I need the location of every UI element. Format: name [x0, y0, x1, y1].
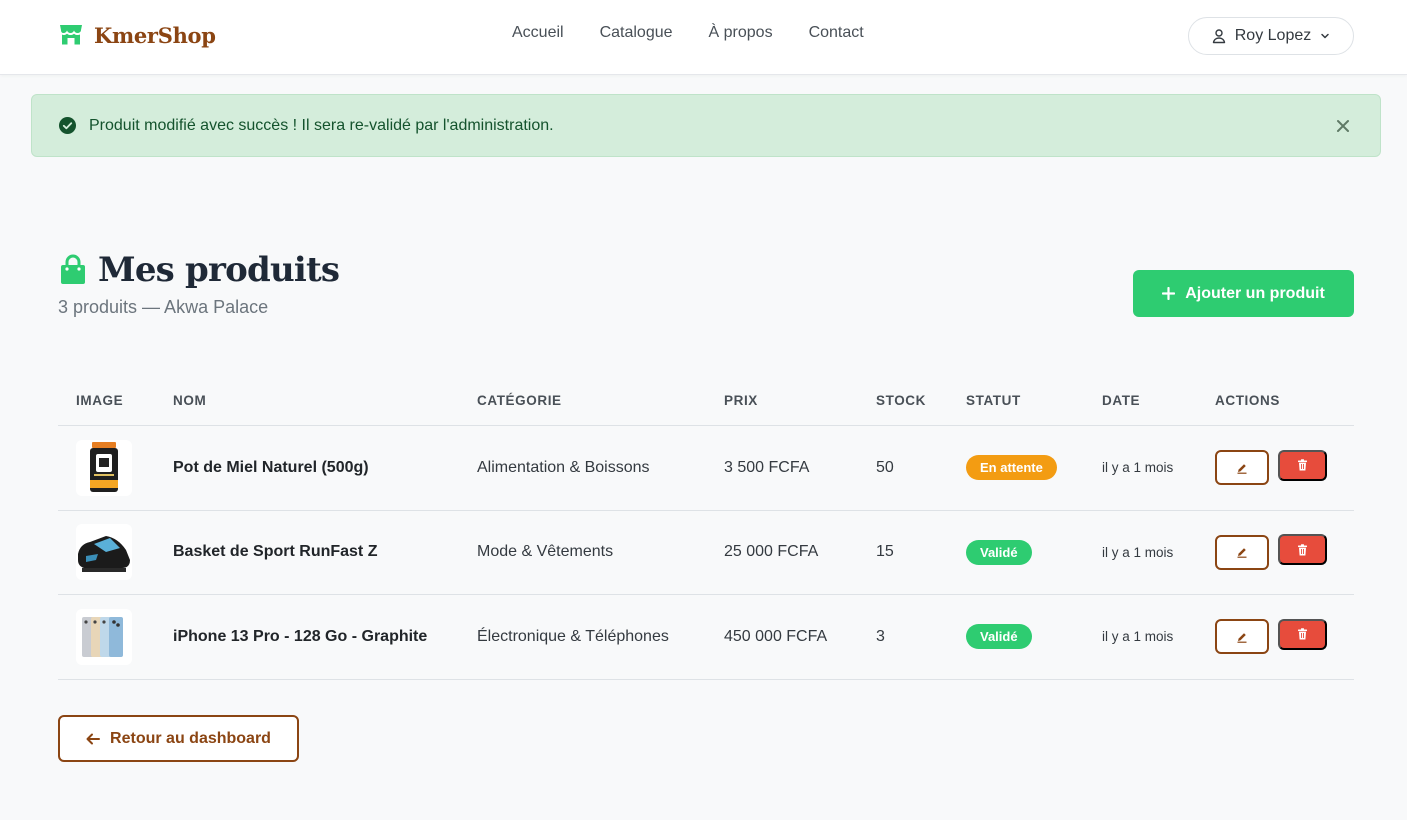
user-name: Roy Lopez	[1234, 27, 1312, 44]
product-stock: 3	[876, 627, 885, 645]
header-date: DATE	[1102, 393, 1141, 408]
product-image	[76, 608, 132, 665]
products-table: IMAGE NOM CATÉGORIE PRIX STOCK STATUT DA…	[58, 378, 1354, 680]
chevron-down-icon	[1321, 33, 1329, 39]
trash-icon	[1298, 628, 1307, 640]
pencil-icon	[1237, 548, 1247, 559]
header-stock: STOCK	[876, 393, 927, 408]
success-alert: Produit modifié avec succès ! Il sera re…	[31, 94, 1381, 157]
nav-link-catalogue[interactable]: Catalogue	[600, 24, 673, 42]
product-date: il y a 1 mois	[1102, 544, 1174, 560]
table-header: IMAGE NOM CATÉGORIE PRIX STOCK STATUT DA…	[58, 378, 1354, 426]
main-nav: Accueil Catalogue À propos Contact	[512, 24, 864, 42]
user-menu-button[interactable]: Roy Lopez	[1188, 17, 1354, 55]
user-icon	[1212, 29, 1225, 44]
plus-icon	[1162, 287, 1176, 300]
nav-link-accueil[interactable]: Accueil	[512, 24, 564, 42]
brand-link[interactable]: KmerShop	[58, 22, 216, 48]
product-category: Électronique & Téléphones	[477, 627, 669, 645]
add-product-label: Ajouter un produit	[1185, 284, 1325, 302]
edit-button[interactable]	[1215, 534, 1269, 570]
status-badge: En attente	[966, 455, 1057, 481]
status-badge: Validé	[966, 624, 1032, 650]
table-row: iPhone 13 Pro - 128 Go - Graphite Électr…	[58, 595, 1354, 680]
header-image: IMAGE	[76, 393, 124, 408]
product-stock: 15	[876, 543, 894, 561]
alert-message: Produit modifié avec succès ! Il sera re…	[89, 116, 554, 134]
product-date: il y a 1 mois	[1102, 629, 1174, 645]
product-category: Mode & Vêtements	[477, 543, 614, 561]
back-button-label: Retour au dashboard	[110, 729, 271, 747]
product-category: Alimentation & Boissons	[477, 458, 650, 476]
nav-link-contact[interactable]: Contact	[809, 24, 864, 42]
nav-link-a-propos[interactable]: À propos	[709, 24, 773, 42]
edit-button[interactable]	[1215, 619, 1269, 655]
add-product-button[interactable]: Ajouter un produit	[1133, 270, 1354, 317]
delete-button[interactable]	[1278, 618, 1327, 650]
table-row: Pot de Miel Naturel (500g) Alimentation …	[58, 426, 1354, 511]
header-name: NOM	[173, 393, 207, 408]
product-image	[76, 524, 132, 581]
brand-name: KmerShop	[94, 22, 216, 48]
header-category: CATÉGORIE	[477, 393, 562, 408]
check-circle-icon	[59, 117, 76, 134]
table-row: Basket de Sport RunFast Z Mode & Vêtemen…	[58, 511, 1354, 595]
page-heading: Mes produits	[58, 250, 340, 290]
row-actions	[1215, 426, 1327, 510]
header-price: PRIX	[724, 393, 758, 408]
shop-icon	[60, 25, 82, 45]
arrow-left-icon	[86, 733, 101, 744]
back-to-dashboard-button[interactable]: Retour au dashboard	[58, 715, 299, 762]
delete-button[interactable]	[1278, 534, 1327, 566]
trash-icon	[1298, 544, 1307, 556]
trash-icon	[1298, 459, 1307, 471]
product-price: 450 000 FCFA	[724, 627, 828, 645]
close-icon[interactable]	[1332, 115, 1354, 137]
product-price: 25 000 FCFA	[724, 543, 819, 561]
header-status: STATUT	[966, 393, 1021, 408]
pencil-icon	[1237, 632, 1247, 643]
product-stock: 50	[876, 458, 894, 476]
product-name: Basket de Sport RunFast Z	[173, 543, 378, 561]
header-actions: ACTIONS	[1215, 393, 1280, 408]
navbar: KmerShop Accueil Catalogue À propos Cont…	[0, 0, 1407, 75]
delete-button[interactable]	[1278, 449, 1327, 481]
row-actions	[1215, 511, 1327, 595]
product-image	[76, 439, 132, 496]
pencil-icon	[1237, 463, 1247, 474]
product-name: Pot de Miel Naturel (500g)	[173, 458, 369, 476]
page-subtitle: 3 produits — Akwa Palace	[58, 297, 269, 317]
status-badge: Validé	[966, 539, 1032, 565]
edit-button[interactable]	[1215, 450, 1269, 486]
product-date: il y a 1 mois	[1102, 460, 1174, 476]
product-price: 3 500 FCFA	[724, 458, 810, 476]
page-title: Mes produits	[98, 250, 340, 290]
shopping-bag-icon	[61, 254, 85, 284]
product-name: iPhone 13 Pro - 128 Go - Graphite	[173, 627, 428, 645]
row-actions	[1215, 595, 1327, 679]
